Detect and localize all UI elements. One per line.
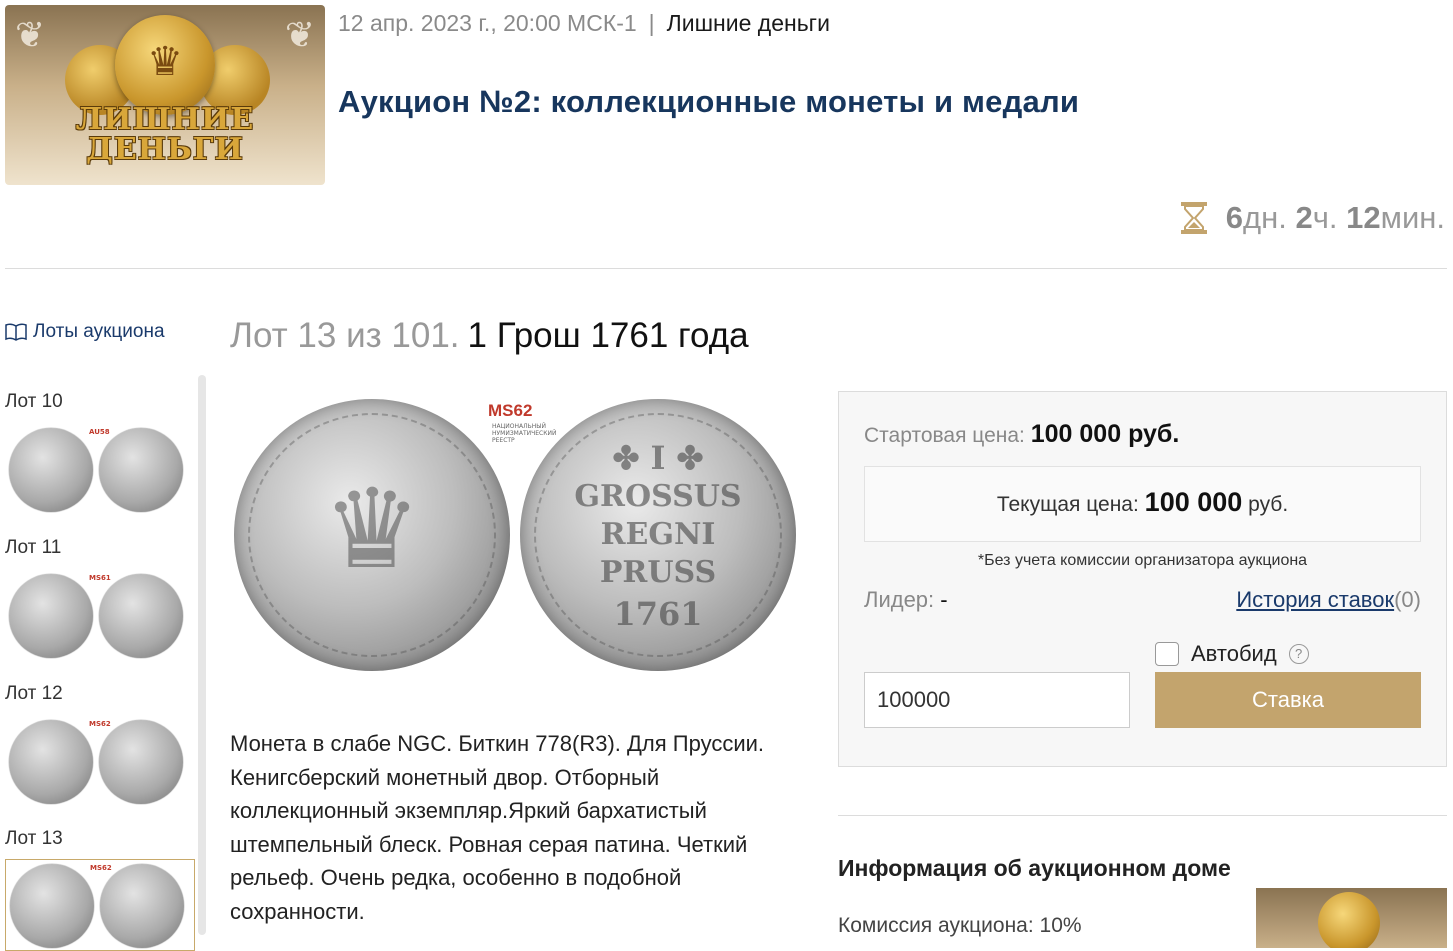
coin-reverse-image (99, 428, 183, 512)
auction-title[interactable]: Аукцион №2: коллекционные монеты и медал… (338, 84, 1079, 120)
countdown-timer: 6дн. 2ч. 12мин. (1180, 200, 1445, 236)
auction-house-logo[interactable]: ❦ ❦ ♛ ЛИШНИЕ ДЕНЬГИ (5, 5, 325, 185)
coin-reverse-image (99, 574, 183, 658)
current-price-unit: руб. (1248, 493, 1289, 516)
coin-obverse-image (9, 720, 93, 804)
sidebar-lot-thumbnail[interactable]: AU58 (9, 428, 187, 514)
coin-obverse-image (9, 428, 93, 512)
auction-house-logo-small[interactable] (1256, 888, 1447, 948)
sidebar-lot-label[interactable]: Лот 13 (5, 828, 63, 850)
leader: Лидер: - (864, 587, 948, 613)
coin-obverse-image (9, 574, 93, 658)
timer-days: 6 (1225, 200, 1244, 235)
eagle-emblem-icon: ♛ (147, 39, 183, 85)
help-icon[interactable]: ? (1288, 644, 1309, 664)
timer-minutes-unit: мин. (1380, 200, 1445, 235)
auction-lots-label: Лоты аукциона (33, 321, 165, 342)
coin-reverse-image (100, 864, 184, 948)
lot-heading: Лот 13 из 101. 1 Грош 1761 года (230, 316, 749, 356)
ornament-icon: ❦ (15, 15, 46, 56)
auction-lots-link[interactable]: Лоты аукциона (5, 321, 165, 343)
lot-main-image[interactable]: ♛ ✤ I ✤ GROSSUS REGNI PRUSS 1761 MS62 НА… (230, 395, 800, 675)
current-price: Текущая цена: 100 000 руб. (864, 487, 1421, 518)
sidebar-scrollbar[interactable] (198, 375, 206, 935)
bid-history-link[interactable]: История ставок (1236, 587, 1394, 612)
coin-reverse-image (99, 720, 183, 804)
lot-name: 1 Грош 1761 года (467, 316, 749, 355)
lot-number: Лот 13 из 101. (230, 316, 460, 355)
grade-badge: MS61 (89, 574, 111, 582)
bid-history: История ставок(0) (1236, 587, 1421, 613)
hourglass-icon (1180, 202, 1207, 234)
leader-value: - (940, 587, 948, 612)
auction-meta: 12 апр. 2023 г., 20:00 МСК-1 | Лишние день… (338, 10, 830, 37)
sidebar-lot-label[interactable]: Лот 10 (5, 391, 63, 413)
coin-reverse-image: ✤ I ✤ GROSSUS REGNI PRUSS 1761 (520, 399, 796, 671)
coin-obverse-image: ♛ (234, 399, 510, 671)
timer-hours: 2 (1295, 200, 1313, 235)
start-price-value: 100 000 руб. (1030, 420, 1180, 448)
grade-badge: MS62 (488, 401, 533, 420)
start-price-label: Стартовая цена: (864, 424, 1025, 447)
auction-date: 12 апр. 2023 г., 20:00 МСК-1 (338, 10, 637, 36)
ornament-icon: ❦ (284, 15, 315, 56)
book-icon (5, 323, 27, 341)
bid-amount-input[interactable] (864, 672, 1130, 728)
sidebar-lot-thumbnail-active[interactable]: MS62 (5, 859, 195, 951)
sidebar-lot-thumbnail[interactable]: MS61 (9, 574, 187, 660)
timer-days-unit: дн. (1243, 200, 1287, 235)
current-price-value: 100 000 (1144, 487, 1243, 517)
header-divider (5, 268, 1447, 269)
sidebar-lot-label[interactable]: Лот 12 (5, 683, 63, 705)
autobid-label: Автобид (1191, 641, 1277, 666)
current-price-label: Текущая цена: (996, 493, 1139, 516)
commission-note: *Без учета комиссии организатора аукцион… (977, 552, 1308, 569)
grade-badge: AU58 (89, 428, 110, 436)
start-price: Стартовая цена: 100 000 руб. (864, 420, 1179, 449)
info-divider (838, 815, 1447, 816)
meta-separator: | (648, 10, 655, 36)
timer-minutes: 12 (1346, 200, 1381, 235)
leader-label: Лидер: (864, 587, 935, 612)
lot-description: Монета в слабе NGC. Биткин 778(R3). Для … (230, 731, 765, 924)
sidebar-lot-thumbnail[interactable]: MS62 (9, 720, 187, 806)
grade-badge: MS62 (90, 864, 112, 872)
autobid: Автобид ? (1155, 641, 1309, 667)
grade-badge: MS62 (89, 720, 111, 728)
logo-text: ЛИШНИЕ ДЕНЬГИ (75, 102, 255, 167)
eagle-emblem-icon: ♛ (322, 465, 422, 593)
grade-registry-note: НАЦИОНАЛЬНЫЙ НУМИЗМАТИЧЕСКИЙ РЕЕСТР (492, 423, 557, 444)
coin-graphic (1318, 892, 1380, 948)
auction-house-info-title: Информация об аукционном доме (838, 855, 1231, 881)
place-bid-button[interactable]: Ставка (1155, 672, 1421, 728)
bid-history-count: (0) (1394, 587, 1421, 612)
timer-hours-unit: ч. (1312, 200, 1338, 235)
autobid-checkbox[interactable] (1155, 642, 1179, 666)
auction-commission: Комиссия аукциона: 10% (838, 914, 1082, 937)
coin-obverse-image (10, 864, 94, 948)
auction-house-link[interactable]: Лишние деньги (667, 10, 830, 36)
sidebar-lot-label[interactable]: Лот 11 (5, 537, 61, 559)
